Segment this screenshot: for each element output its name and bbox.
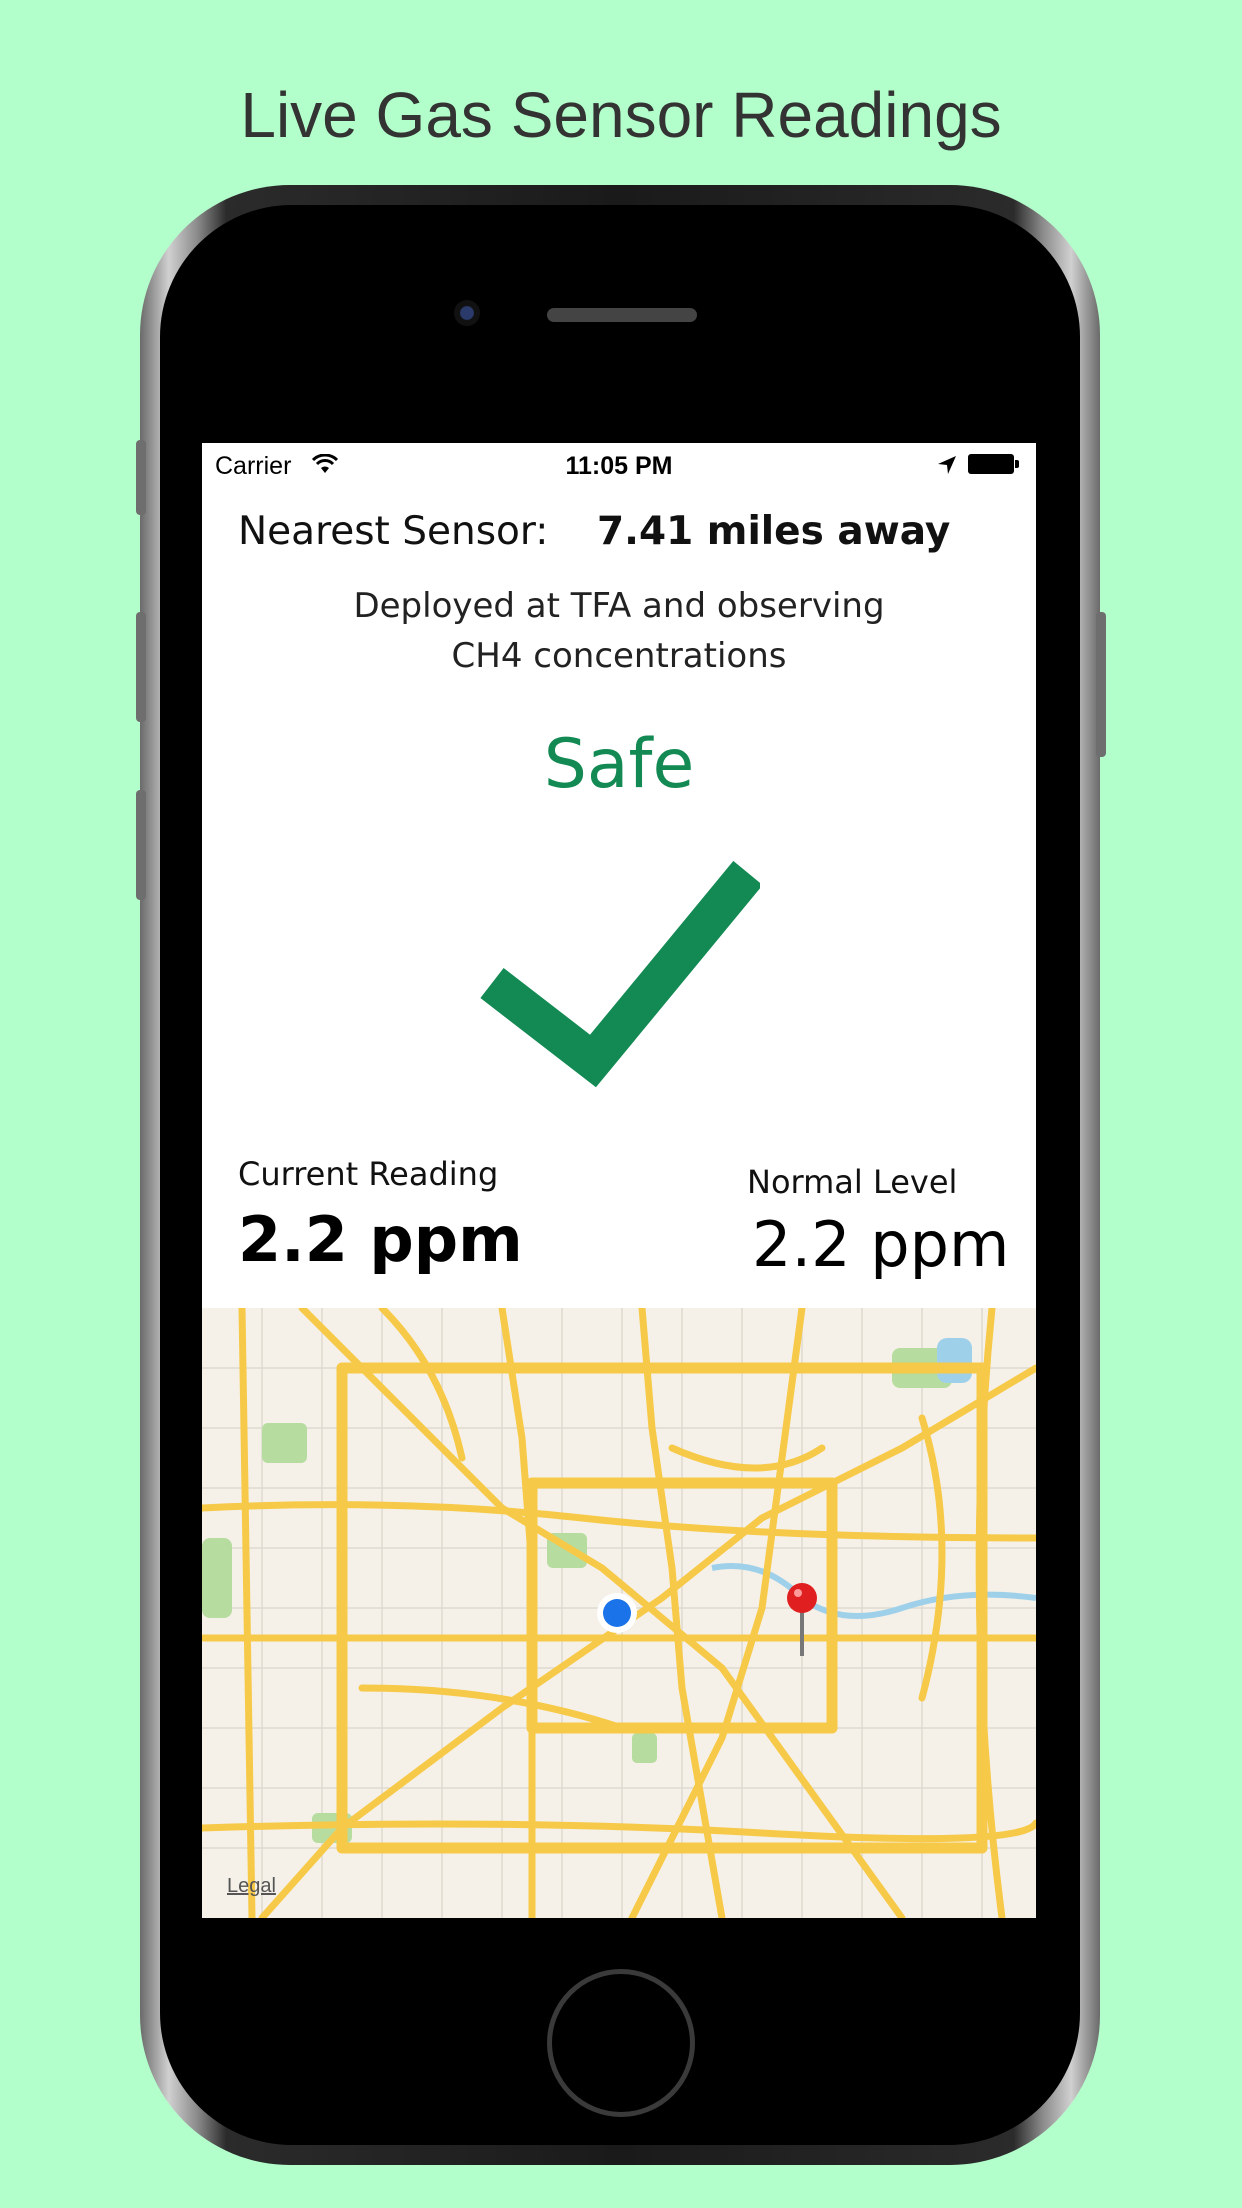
volume-up-button	[136, 612, 146, 722]
sensor-distance: 7.41 miles away	[597, 509, 951, 554]
map-view[interactable]	[202, 1308, 1036, 1918]
sensor-description: Deployed at TFA and observing CH4 concen…	[202, 581, 1036, 681]
nearest-sensor-label: Nearest Sensor:	[238, 509, 549, 554]
volume-down-button	[136, 790, 146, 900]
power-button	[1096, 612, 1106, 757]
earpiece-speaker	[547, 308, 697, 322]
normal-level-label: Normal Level	[747, 1163, 958, 1201]
status-bar: Carrier 11:05 PM	[202, 443, 1036, 487]
app-screen: Carrier 11:05 PM Nearest Sensor: 7.41 mi…	[202, 443, 1036, 1918]
current-reading-label: Current Reading	[238, 1155, 499, 1193]
mute-switch	[136, 440, 146, 515]
checkmark-icon	[480, 861, 760, 1088]
current-reading-value: 2.2 ppm	[238, 1203, 523, 1276]
battery-icon	[968, 454, 1020, 474]
sensor-description-line2: CH4 concentrations	[451, 636, 787, 676]
promo-title: Live Gas Sensor Readings	[240, 79, 1002, 151]
safety-status: Safe	[543, 725, 695, 804]
normal-level-value: 2.2 ppm	[752, 1208, 1010, 1281]
front-camera	[454, 300, 480, 326]
location-arrow-icon	[938, 456, 956, 474]
home-button[interactable]	[547, 1969, 695, 2117]
map-legal-link[interactable]: Legal	[227, 1875, 276, 1898]
sensor-description-line1: Deployed at TFA and observing	[353, 586, 885, 626]
status-time: 11:05 PM	[565, 452, 673, 480]
